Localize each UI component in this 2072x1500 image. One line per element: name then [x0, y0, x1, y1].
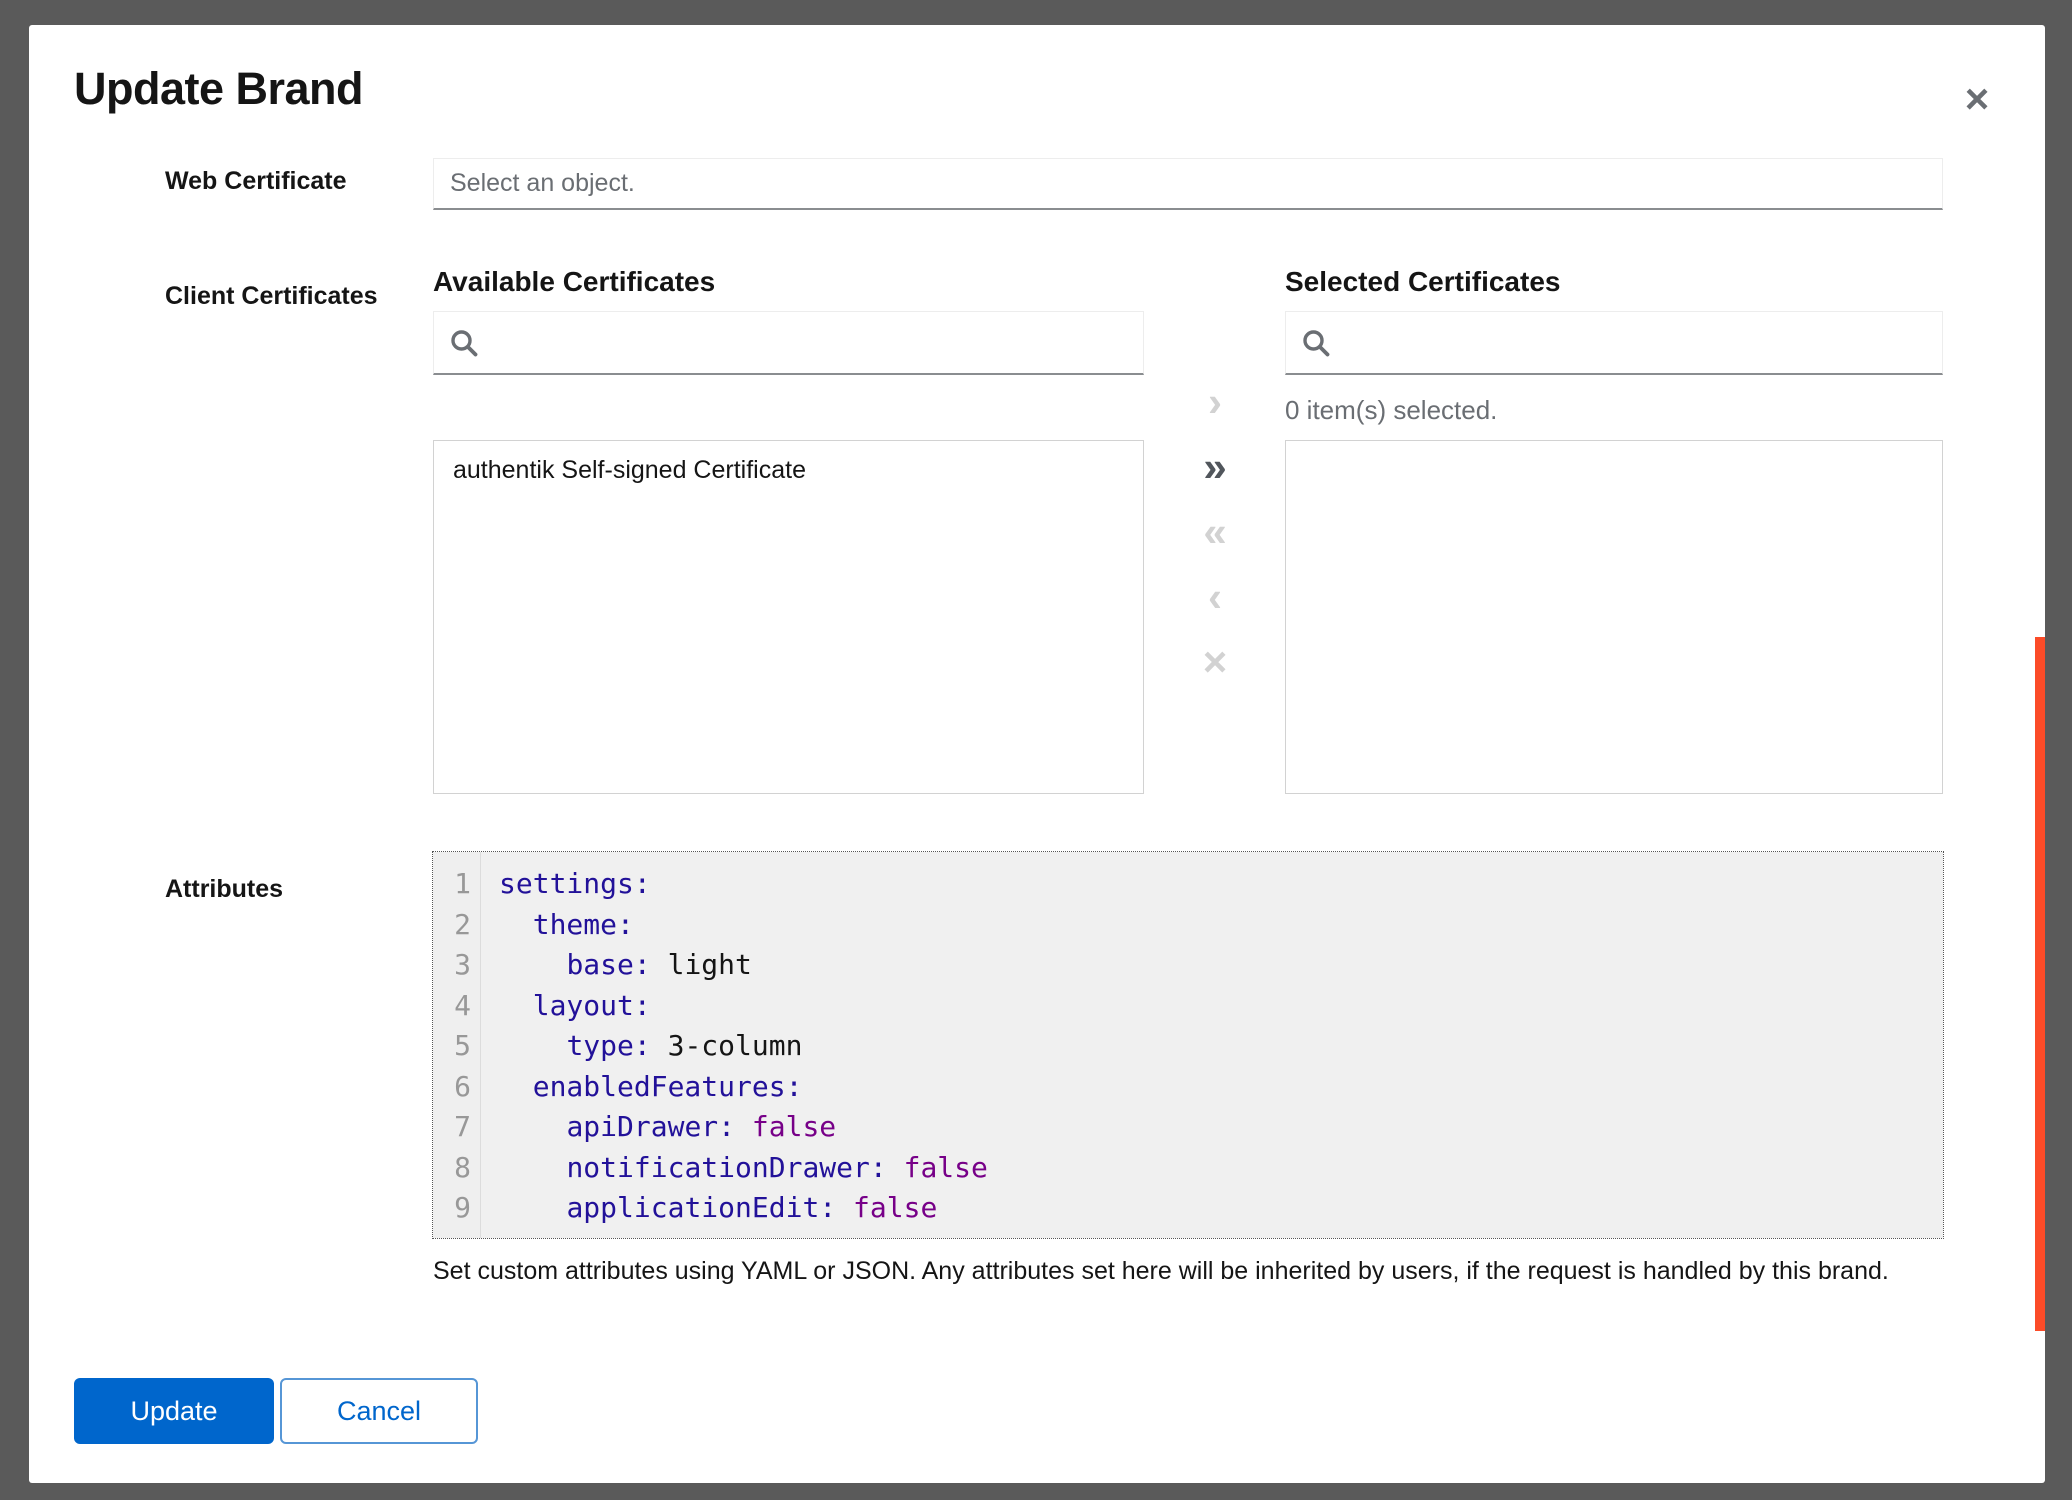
line-number: 7 — [433, 1107, 481, 1148]
search-icon — [1302, 329, 1330, 357]
code-content: applicationEdit: false — [481, 1188, 937, 1229]
search-icon — [450, 329, 478, 357]
web-certificate-select[interactable] — [433, 158, 1943, 210]
line-number: 1 — [433, 864, 481, 905]
selected-certificates-list — [1285, 440, 1943, 794]
line-number: 9 — [433, 1188, 481, 1229]
code-line: 3 base: light — [433, 945, 1943, 986]
selected-certificates-heading: Selected Certificates — [1285, 266, 1560, 298]
code-content: base: light — [481, 945, 752, 986]
close-icon[interactable]: × — [1945, 67, 2009, 131]
accent-strip — [2035, 637, 2045, 1331]
dual-list-controls: › » « ‹ × — [1179, 377, 1251, 687]
code-content: enabledFeatures: — [481, 1067, 802, 1108]
editor-lines: 1settings:2 theme:3 base: light4 layout:… — [433, 852, 1943, 1229]
move-all-right-button[interactable]: » — [1183, 442, 1247, 492]
clear-selected-button[interactable]: × — [1183, 637, 1247, 687]
cancel-button[interactable]: Cancel — [280, 1378, 478, 1444]
selected-items-status: 0 item(s) selected. — [1285, 395, 1497, 426]
available-certificates-list: authentik Self-signed Certificate — [433, 440, 1144, 794]
code-line: 2 theme: — [433, 905, 1943, 946]
page-root: { "modal": { "title": "Update Brand", "c… — [0, 0, 2072, 1500]
code-content: apiDrawer: false — [481, 1107, 836, 1148]
update-button[interactable]: Update — [74, 1378, 274, 1444]
web-certificate-label: Web Certificate — [165, 167, 347, 196]
move-all-left-button[interactable]: « — [1183, 507, 1247, 557]
line-number: 8 — [433, 1148, 481, 1189]
available-certificates-heading: Available Certificates — [433, 266, 715, 298]
line-number: 6 — [433, 1067, 481, 1108]
code-line: 4 layout: — [433, 986, 1943, 1027]
attributes-code-editor[interactable]: 1settings:2 theme:3 base: light4 layout:… — [433, 852, 1943, 1238]
selected-search-input[interactable] — [1344, 312, 1926, 373]
list-item[interactable]: authentik Self-signed Certificate — [434, 441, 1143, 500]
code-content: theme: — [481, 905, 634, 946]
move-selected-right-button[interactable]: › — [1183, 377, 1247, 427]
line-number: 3 — [433, 945, 481, 986]
code-line: 1settings: — [433, 864, 1943, 905]
available-search — [433, 311, 1144, 375]
client-certificates-label: Client Certificates — [165, 282, 378, 311]
code-line: 7 apiDrawer: false — [433, 1107, 1943, 1148]
attributes-help-text: Set custom attributes using YAML or JSON… — [433, 1257, 1963, 1286]
attributes-label: Attributes — [165, 875, 283, 904]
code-line: 8 notificationDrawer: false — [433, 1148, 1943, 1189]
line-number: 2 — [433, 905, 481, 946]
update-brand-modal: Update Brand × Web Certificate Client Ce… — [29, 25, 2045, 1483]
code-line: 6 enabledFeatures: — [433, 1067, 1943, 1108]
modal-title: Update Brand — [74, 63, 363, 115]
line-number: 5 — [433, 1026, 481, 1067]
selected-search — [1285, 311, 1943, 375]
available-search-input[interactable] — [492, 312, 1127, 373]
code-line: 5 type: 3-column — [433, 1026, 1943, 1067]
code-line: 9 applicationEdit: false — [433, 1188, 1943, 1229]
line-number: 4 — [433, 986, 481, 1027]
code-content: layout: — [481, 986, 651, 1027]
code-content: notificationDrawer: false — [481, 1148, 988, 1189]
move-selected-left-button[interactable]: ‹ — [1183, 572, 1247, 622]
code-content: type: 3-column — [481, 1026, 802, 1067]
code-content: settings: — [481, 864, 651, 905]
